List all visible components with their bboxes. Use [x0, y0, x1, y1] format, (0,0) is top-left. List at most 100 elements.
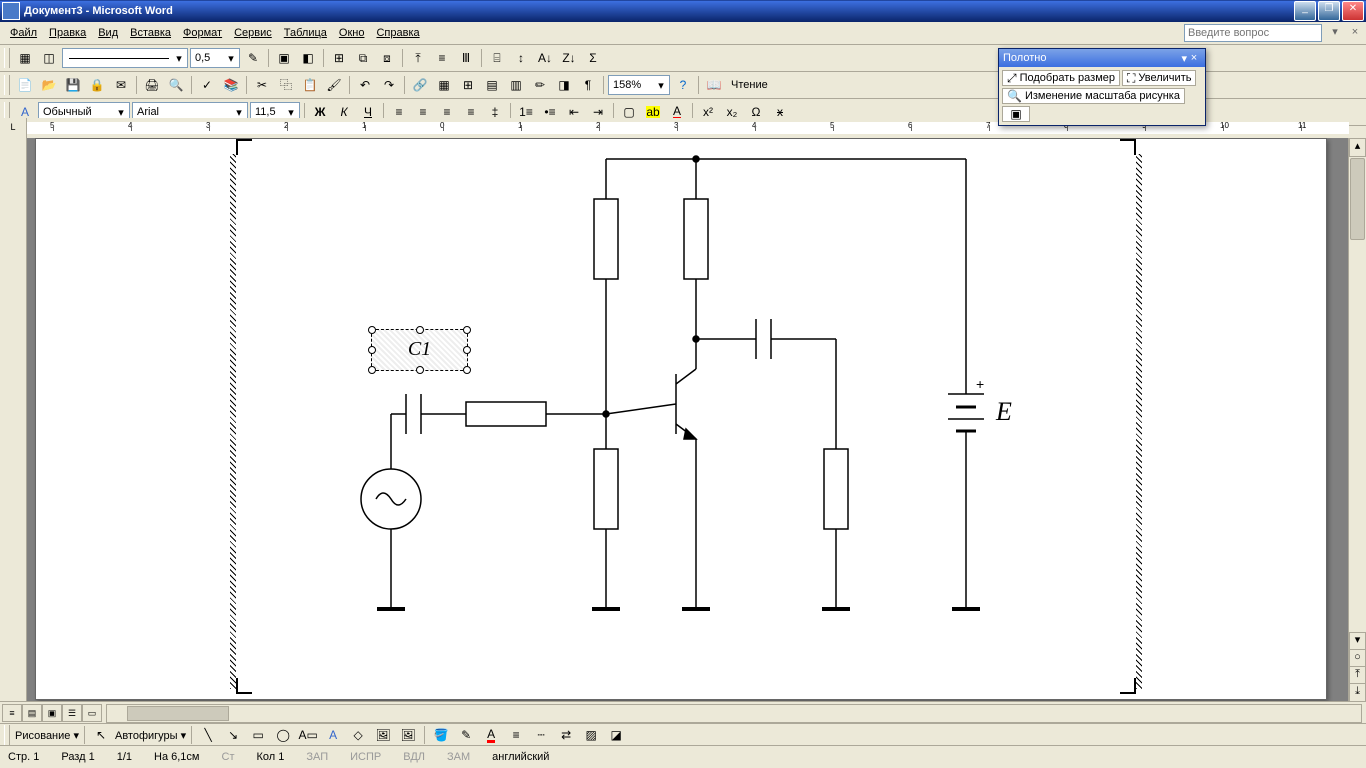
scroll-thumb[interactable] [1350, 158, 1365, 240]
menu-edit[interactable]: Правка [43, 25, 92, 41]
line-weight-combo[interactable]: 0,5▾ [190, 48, 240, 68]
research-icon[interactable]: 📚 [220, 74, 242, 96]
menu-file[interactable]: Файл [4, 25, 43, 41]
tables-borders-icon[interactable]: ▦ [433, 74, 455, 96]
hscroll-thumb[interactable] [127, 706, 229, 721]
select-objects-icon[interactable]: ↖ [90, 724, 112, 746]
vertical-ruler[interactable] [0, 138, 27, 702]
oval-tool-icon[interactable]: ◯ [272, 724, 294, 746]
clipart-icon[interactable]: 🖼 [372, 724, 394, 746]
text-direction-icon[interactable]: ↕ [510, 47, 532, 69]
textbox-tool-icon[interactable]: A▭ [297, 724, 319, 746]
line-tool-icon[interactable]: ╲ [197, 724, 219, 746]
canvas-panel-header[interactable]: Полотно ▾ × [999, 49, 1205, 67]
font-color2-icon[interactable]: A [480, 724, 502, 746]
drawing-icon[interactable]: ✏ [529, 74, 551, 96]
outline-view-icon[interactable]: ☰ [62, 704, 82, 722]
close-button[interactable]: ✕ [1342, 1, 1364, 21]
menu-tools[interactable]: Сервис [228, 25, 278, 41]
canvas-panel[interactable]: Полотно ▾ × ⤢Подобрать размер ⛶Увеличить… [998, 48, 1206, 126]
spelling-icon[interactable]: ✓ [196, 74, 218, 96]
ask-question-input[interactable] [1184, 24, 1322, 42]
canvas-fit-button[interactable]: ⤢Подобрать размер [1002, 70, 1120, 86]
print-view-icon[interactable]: ▣ [42, 704, 62, 722]
outside-border-icon[interactable]: ▣ [273, 47, 295, 69]
canvas-panel-close-icon[interactable]: × [1187, 52, 1201, 64]
autosum-icon[interactable]: Σ [582, 47, 604, 69]
show-marks-icon[interactable]: ¶ [577, 74, 599, 96]
line-style-combo[interactable]: ▾ [62, 48, 188, 68]
split-cells-icon[interactable]: ⧈ [376, 47, 398, 69]
align-top-icon[interactable]: ⤒ [407, 47, 429, 69]
autoformat-icon[interactable]: ⌸ [486, 47, 508, 69]
columns-icon[interactable]: ▥ [505, 74, 527, 96]
open-icon[interactable]: 📂 [38, 74, 60, 96]
hyperlink-icon[interactable]: 🔗 [409, 74, 431, 96]
undo-icon[interactable]: ↶ [354, 74, 376, 96]
status-ext[interactable]: ВДЛ [401, 751, 427, 763]
format-painter-icon[interactable]: 🖌 [323, 74, 345, 96]
print-preview-icon[interactable]: 🔍 [165, 74, 187, 96]
zoom-combo[interactable]: 158%▾ [608, 75, 670, 95]
scroll-up-icon[interactable]: ▴ [1349, 138, 1366, 157]
toolbar-grip[interactable] [4, 75, 10, 95]
status-ovr[interactable]: ЗАМ [445, 751, 472, 763]
autoshapes-menu[interactable]: Автофигуры ▾ [115, 729, 186, 742]
doc-map-icon[interactable]: ◨ [553, 74, 575, 96]
copy-icon[interactable]: ⿻ [275, 74, 297, 96]
help-icon[interactable]: ? [672, 74, 694, 96]
menu-view[interactable]: Вид [92, 25, 124, 41]
3d-icon[interactable]: ◪ [605, 724, 627, 746]
rectangle-tool-icon[interactable]: ▭ [247, 724, 269, 746]
excel-icon[interactable]: ▤ [481, 74, 503, 96]
mail-icon[interactable]: ✉ [110, 74, 132, 96]
status-rec[interactable]: ЗАП [304, 751, 330, 763]
canvas-wrap-icon[interactable]: ▣ [1002, 106, 1030, 122]
menu-format[interactable]: Формат [177, 25, 228, 41]
sort-asc-icon[interactable]: A↓ [534, 47, 556, 69]
paste-icon[interactable]: 📋 [299, 74, 321, 96]
line-color-icon[interactable]: ✎ [455, 724, 477, 746]
menu-chevron[interactable]: ▾ [1328, 26, 1342, 40]
shading-color-icon[interactable]: ◧ [297, 47, 319, 69]
menu-close[interactable]: × [1348, 26, 1362, 40]
save-icon[interactable]: 💾 [62, 74, 84, 96]
reading-label[interactable]: Чтение [727, 79, 772, 91]
merge-cells-icon[interactable]: ⧉ [352, 47, 374, 69]
menu-window[interactable]: Окно [333, 25, 371, 41]
document-area[interactable]: C1 E [27, 138, 1348, 702]
diagram-icon[interactable]: ◇ [347, 724, 369, 746]
toolbar-grip[interactable] [4, 48, 10, 68]
ruler-corner[interactable]: L [0, 118, 27, 138]
permission-icon[interactable]: 🔒 [86, 74, 108, 96]
vertical-scrollbar[interactable]: ▴ ▾ ○ ⤒ ⤓ [1348, 138, 1366, 702]
canvas-scale-button[interactable]: 🔍Изменение масштаба рисунка [1002, 88, 1185, 104]
fill-color-icon[interactable]: 🪣 [430, 724, 452, 746]
distribute-cols-icon[interactable]: Ⅲ [455, 47, 477, 69]
arrow-tool-icon[interactable]: ↘ [222, 724, 244, 746]
arrow-style-icon[interactable]: ⇄ [555, 724, 577, 746]
drawing-menu[interactable]: Рисование ▾ [15, 729, 79, 742]
border-color-icon[interactable]: ✎ [242, 47, 264, 69]
restore-button[interactable]: ❐ [1318, 1, 1340, 21]
canvas-expand-button[interactable]: ⛶Увеличить [1122, 70, 1196, 86]
normal-view-icon[interactable]: ≡ [2, 704, 22, 722]
new-icon[interactable]: 📄 [14, 74, 36, 96]
reading-view-icon[interactable]: ▭ [82, 704, 102, 722]
insert-table2-icon[interactable]: ⊞ [457, 74, 479, 96]
web-view-icon[interactable]: ▤ [22, 704, 42, 722]
menu-insert[interactable]: Вставка [124, 25, 177, 41]
wordart-icon[interactable]: A [322, 724, 344, 746]
status-trk[interactable]: ИСПР [348, 751, 383, 763]
menu-help[interactable]: Справка [370, 25, 425, 41]
redo-icon[interactable]: ↷ [378, 74, 400, 96]
toolbar-grip[interactable] [4, 725, 10, 745]
minimize-button[interactable]: _ [1294, 1, 1316, 21]
horizontal-scrollbar[interactable] [106, 704, 1362, 723]
cut-icon[interactable]: ✂ [251, 74, 273, 96]
dash-style-icon[interactable]: ┄ [530, 724, 552, 746]
reading-layout-icon[interactable]: 📖 [703, 74, 725, 96]
line-style-icon[interactable]: ≡ [505, 724, 527, 746]
menu-table[interactable]: Таблица [278, 25, 333, 41]
print-icon[interactable]: 🖨 [141, 74, 163, 96]
